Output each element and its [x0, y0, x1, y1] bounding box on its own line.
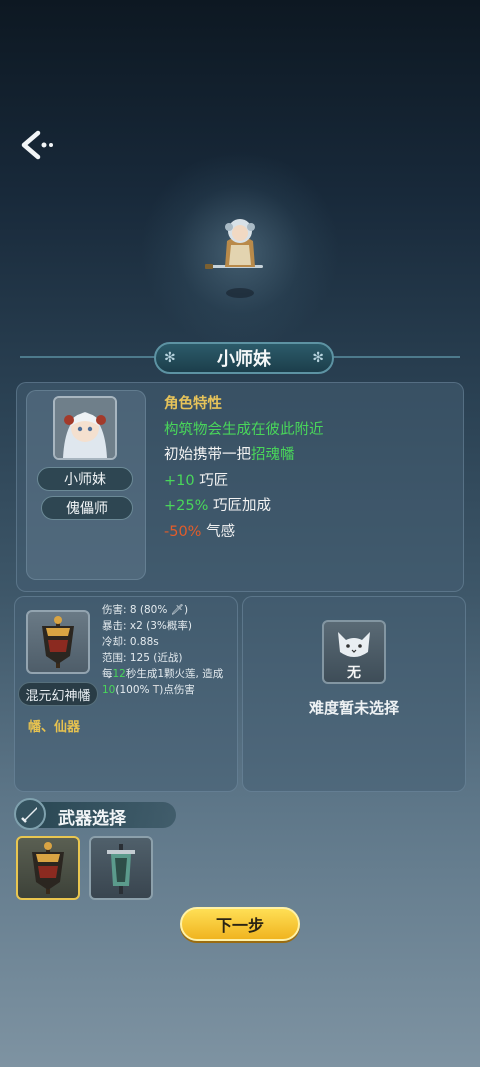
effect-number: 10 [102, 684, 116, 696]
effect-text: (100% [115, 684, 150, 696]
portrait-name: 小师妹 [64, 472, 106, 488]
class-pill: 傀儡师 [41, 496, 133, 520]
weapon-slot-jade-banner[interactable] [89, 836, 153, 900]
trait-line: +25% 巧匠加成 [164, 494, 324, 520]
sword-icon [21, 807, 37, 823]
traits-list: 角色特性 构筑物会生成在彼此附近 初始携带一把招魂幡 +10 巧匠 +25% 巧… [164, 392, 324, 545]
trait-text: 初始携带一把 [164, 447, 251, 463]
trait-label: 气感 [206, 523, 236, 540]
stat-damage-close: ) [184, 604, 189, 616]
trait-value: +25% [164, 498, 209, 514]
trait-value: -50% [164, 523, 202, 540]
next-step-button[interactable]: 下一步 [180, 907, 300, 941]
character-sprite [205, 219, 263, 298]
trait-label: 巧匠 [199, 472, 229, 489]
character-name-plate: ✻ 小师妹 ✻ [154, 342, 334, 374]
trait-line: 初始携带一把招魂幡 [164, 443, 324, 469]
avatar [55, 398, 115, 458]
trait-line: 构筑物会生成在彼此附近 [164, 421, 324, 438]
character-class: 傀儡师 [66, 501, 108, 517]
effect-text: 每 [102, 668, 113, 680]
stat-effect: 每12秒生成1颗火莲, 造成10(100% T)点伤害 [102, 666, 242, 698]
next-step-label: 下一步 [215, 916, 264, 935]
character-portrait [53, 396, 117, 460]
trait-label: 巧匠加成 [213, 498, 271, 514]
effect-text: )点伤害 [159, 684, 195, 696]
stat-cooldown: 冷却: 0.88s [102, 636, 159, 648]
weapon-select-header: 武器选择 [14, 798, 176, 830]
cat-icon [338, 632, 370, 657]
weapon-name: 混元幻神幡 [25, 688, 91, 704]
back-arrow-icon [21, 130, 53, 160]
back-button[interactable] [18, 125, 58, 165]
traits-title: 角色特性 [164, 396, 222, 412]
stat-damage: 伤害: 8 (80% 🗡) [102, 602, 242, 618]
trait-line: -50% 气感 [164, 520, 324, 546]
portrait-name-pill: 小师妹 [37, 467, 133, 491]
divider [328, 356, 460, 358]
difficulty-badge: 无 [347, 665, 361, 681]
weapon-icon [26, 610, 90, 674]
weapon-stats: 伤害: 8 (80% 🗡) 暴击: x2 (3%概率) 冷却: 0.88s 范围… [102, 602, 242, 698]
snowflake-icon: ✻ [164, 350, 176, 366]
banner-icon [32, 842, 64, 894]
jade-banner-icon [107, 844, 135, 894]
difficulty-text: 难度暂未选择 [308, 699, 400, 717]
stat-range: 范围: 125 (近战) [102, 652, 183, 664]
weapon-name-pill: 混元幻神幡 [18, 682, 98, 706]
stat-crit: 暴击: x2 (3%概率) [102, 620, 192, 632]
character-name: 小师妹 [217, 349, 271, 370]
effect-number: 12 [112, 668, 126, 680]
header-badge [14, 798, 46, 830]
trait-value: +10 [164, 472, 195, 489]
trait-line: +10 巧匠 [164, 469, 324, 495]
snowflake-icon: ✻ [312, 350, 324, 366]
sword-small-icon: 🗡 [170, 604, 185, 616]
effect-text: 秒生成1颗火莲, 造成 [125, 668, 224, 680]
banner-icon [42, 616, 74, 668]
character-name-bar: ✻ 小师妹 ✻ [20, 342, 460, 374]
weapon-slot-banner[interactable] [16, 836, 80, 900]
weapon-tags: 幡、仙器 [28, 720, 81, 735]
stat-damage-text: 伤害: 8 (80% [102, 604, 168, 616]
divider [20, 356, 160, 358]
weapon-select-title: 武器选择 [58, 809, 126, 829]
trait-item: 招魂幡 [251, 447, 295, 463]
